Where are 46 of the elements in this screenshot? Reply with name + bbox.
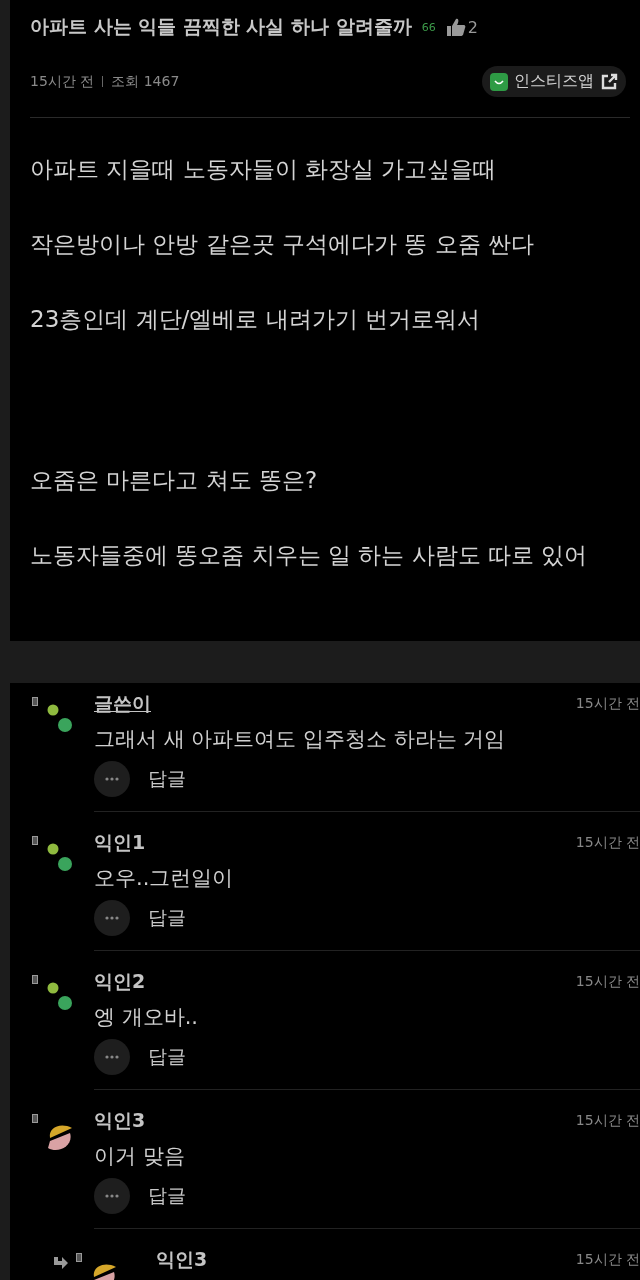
reply-link[interactable]: 답글 bbox=[148, 766, 186, 792]
comment-time: 15시간 전 bbox=[575, 834, 640, 852]
comment-author: 익인3 bbox=[156, 1247, 208, 1272]
view-count: 조회 1467 bbox=[111, 72, 180, 91]
badge-icon bbox=[32, 697, 38, 706]
reply-link[interactable]: 답글 bbox=[148, 1044, 186, 1070]
app-logo bbox=[490, 72, 508, 91]
more-button[interactable] bbox=[94, 1039, 130, 1075]
comment-count: 66 bbox=[421, 20, 436, 34]
more-button[interactable] bbox=[94, 761, 130, 797]
more-button[interactable] bbox=[94, 900, 130, 936]
comment-author: 익인2 bbox=[94, 969, 146, 994]
comment-text: 그래서 새 아파트여도 입주청소 하라는 거임 bbox=[94, 726, 507, 753]
more-icon bbox=[105, 777, 119, 781]
reply-link[interactable]: 답글 bbox=[148, 1183, 186, 1209]
comment-text: 오우..그런일이 bbox=[94, 865, 235, 892]
post-paragraph: 노동자들중에 똥오줌 치우는 일 하는 사람도 따로 있어 bbox=[30, 541, 589, 570]
more-icon bbox=[105, 1055, 119, 1059]
like-count: 2 bbox=[467, 17, 478, 37]
post-paragraph: 작은방이나 안방 같은곳 구석에다가 똥 오줌 싼다 bbox=[30, 230, 535, 259]
comment-author: 익인1 bbox=[94, 830, 146, 855]
badge-icon bbox=[32, 836, 38, 845]
comment-time: 15시간 전 bbox=[575, 973, 640, 991]
post-time: 15시간 전 bbox=[30, 72, 95, 91]
post-paragraph: 아파트 지을때 노동자들이 화장실 가고싶을때 bbox=[30, 155, 498, 184]
thumbs-up-icon bbox=[445, 17, 466, 37]
badge-icon bbox=[32, 975, 38, 984]
reply-arrow-icon bbox=[52, 1257, 68, 1271]
comment-time: 15시간 전 bbox=[575, 1112, 640, 1130]
comment-text: 엥 개오바.. bbox=[94, 1004, 200, 1031]
comment-time: 15시간 전 bbox=[575, 695, 640, 713]
external-link-icon bbox=[600, 72, 618, 91]
post-paragraph: 오줌은 마른다고 쳐도 똥은? bbox=[30, 466, 319, 495]
reply-link[interactable]: 답글 bbox=[148, 905, 186, 931]
comment-time: 15시간 전 bbox=[575, 1251, 640, 1269]
comment-author: 익인3 bbox=[94, 1108, 146, 1133]
post-title: 아파트 사는 익들 끔찍한 사실 하나 알려줄까 bbox=[30, 14, 412, 39]
comment-author: 글쓴이 bbox=[94, 691, 151, 716]
more-icon bbox=[105, 1194, 119, 1198]
more-button[interactable] bbox=[94, 1178, 130, 1214]
badge-icon bbox=[76, 1253, 82, 1262]
more-icon bbox=[105, 916, 119, 920]
post-paragraph: 23층인데 계단/엘베로 내려가기 번거로워서 bbox=[30, 305, 481, 334]
comment-text: 이거 맞음 bbox=[94, 1143, 186, 1170]
badge-icon bbox=[32, 1114, 38, 1123]
app-link[interactable]: 인스티즈앱 bbox=[482, 66, 626, 97]
